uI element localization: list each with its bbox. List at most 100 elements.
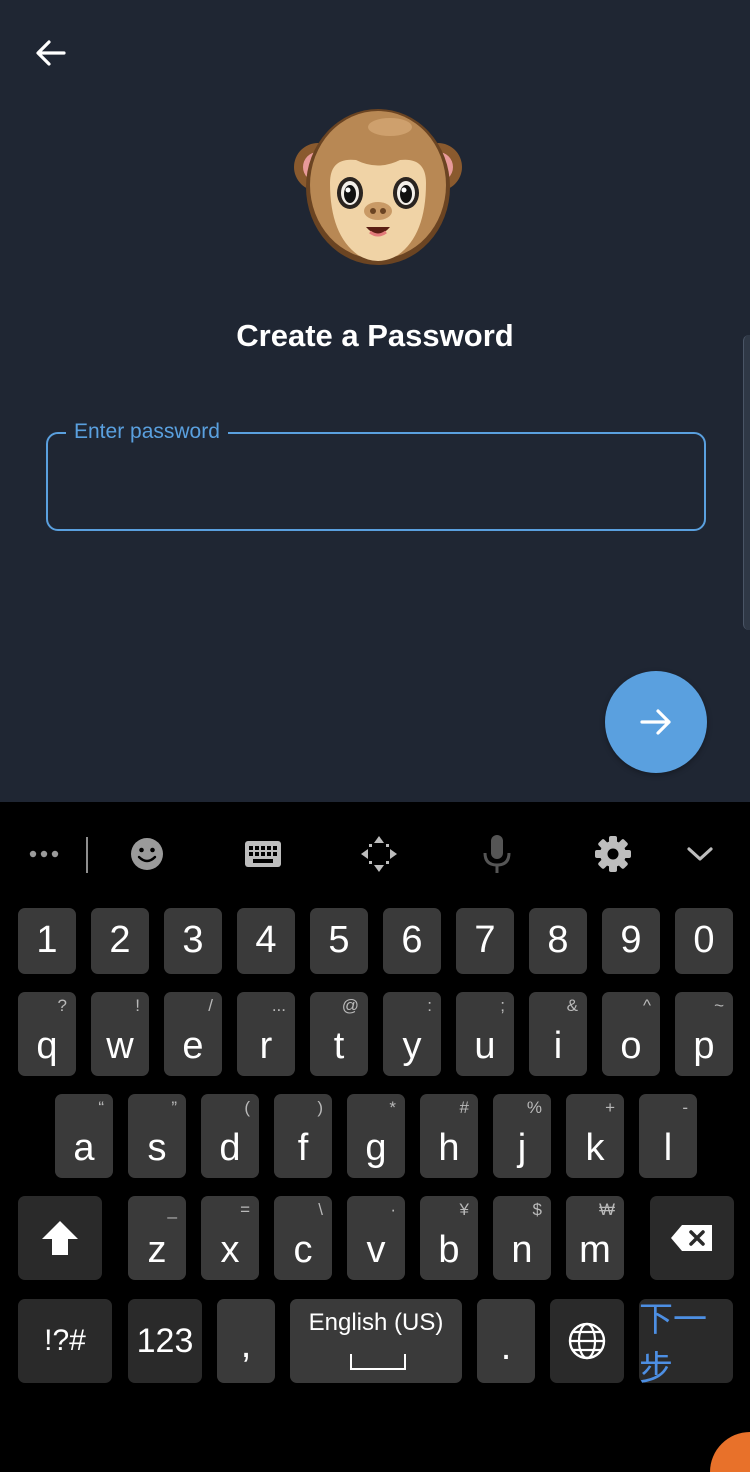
- key-s[interactable]: ” s: [128, 1094, 186, 1178]
- hide-keyboard-button[interactable]: [678, 830, 722, 878]
- key-secondary-label: ·: [390, 1200, 396, 1219]
- key-label: ,: [240, 1324, 252, 1366]
- key-label: z: [147, 1229, 167, 1271]
- key-c[interactable]: \ c: [274, 1196, 332, 1280]
- back-button[interactable]: [28, 30, 74, 76]
- keyboard-toolbar: [0, 802, 750, 902]
- key-label: i: [553, 1025, 563, 1067]
- key-n[interactable]: $ n: [493, 1196, 551, 1280]
- create-password-screen: Create a Password Enter password: [0, 0, 750, 802]
- key-period[interactable]: .: [477, 1299, 535, 1383]
- key-p[interactable]: ~ p: [675, 992, 733, 1076]
- language-key[interactable]: [550, 1299, 624, 1383]
- key-z[interactable]: _ z: [128, 1196, 186, 1280]
- key-label: k: [585, 1127, 605, 1169]
- next-key[interactable]: 下一步: [639, 1299, 733, 1388]
- backspace-key[interactable]: [650, 1196, 734, 1280]
- key-label: y: [402, 1025, 422, 1067]
- space-key[interactable]: English (US): [290, 1299, 462, 1383]
- move-keyboard-button[interactable]: [356, 830, 402, 878]
- key-2[interactable]: 2: [91, 908, 149, 974]
- key-j[interactable]: % j: [493, 1094, 551, 1178]
- key-y[interactable]: :y: [383, 992, 441, 1076]
- key-label: c: [293, 1229, 313, 1271]
- voice-input-button[interactable]: [474, 830, 520, 878]
- key-secondary-label: %: [526, 1098, 542, 1117]
- symbols-key[interactable]: !?#: [18, 1299, 112, 1383]
- key-secondary-label: (: [244, 1098, 250, 1117]
- key-1[interactable]: 1: [18, 908, 76, 974]
- key-k[interactable]: + k: [566, 1094, 624, 1178]
- key-r[interactable]: ... r: [237, 992, 295, 1076]
- key-label: d: [219, 1127, 241, 1169]
- soft-keyboard: 1 2 3 4 5 6 7 8 9 0 ? q ! w / e ... r @ t :y …: [0, 802, 750, 1472]
- next-key-label: 下一步: [639, 1301, 707, 1388]
- key-a[interactable]: “a: [55, 1094, 113, 1178]
- key-comma[interactable]: ,: [217, 1299, 275, 1383]
- key-u[interactable]: ; u: [456, 992, 514, 1076]
- key-label: o: [620, 1025, 642, 1067]
- key-label: s: [147, 1127, 167, 1169]
- key-label: p: [693, 1025, 715, 1067]
- next-button[interactable]: [605, 671, 707, 773]
- key-g[interactable]: * g: [347, 1094, 405, 1178]
- key-secondary-label: :: [427, 996, 432, 1015]
- monkey-face-icon: [294, 109, 462, 265]
- key-0[interactable]: 0: [675, 908, 733, 974]
- key-label: r: [259, 1025, 273, 1067]
- key-o[interactable]: ^ o: [602, 992, 660, 1076]
- key-label: 5: [328, 919, 350, 961]
- key-d[interactable]: (d: [201, 1094, 259, 1178]
- scroll-edge-indicator: [743, 335, 750, 630]
- toolbar-divider: [86, 837, 88, 873]
- key-6[interactable]: 6: [383, 908, 441, 974]
- key-secondary-label: ^: [643, 996, 651, 1015]
- key-label: a: [73, 1127, 95, 1169]
- key-f[interactable]: ) f: [274, 1094, 332, 1178]
- key-q[interactable]: ? q: [18, 992, 76, 1076]
- numbers-key[interactable]: 123: [128, 1299, 202, 1383]
- key-label: 9: [620, 919, 642, 961]
- backspace-icon: [671, 1225, 712, 1251]
- keyboard-settings-button[interactable]: [590, 830, 636, 878]
- password-input[interactable]: [72, 464, 676, 506]
- key-secondary-label: /: [208, 996, 213, 1015]
- key-l[interactable]: -l: [639, 1094, 697, 1178]
- arrow-right-icon: [640, 709, 671, 735]
- emoji-button[interactable]: [125, 830, 169, 878]
- key-8[interactable]: 8: [529, 908, 587, 974]
- key-secondary-label: ₩: [598, 1200, 615, 1219]
- password-field[interactable]: Enter password: [46, 420, 706, 531]
- key-label: 7: [474, 919, 496, 961]
- key-x[interactable]: = x: [201, 1196, 259, 1280]
- key-secondary-label: \: [318, 1200, 323, 1219]
- key-7[interactable]: 7: [456, 908, 514, 974]
- key-secondary-label: *: [389, 1098, 396, 1117]
- key-label: m: [579, 1229, 611, 1271]
- key-v[interactable]: · v: [347, 1196, 405, 1280]
- key-label: 1: [36, 919, 58, 961]
- key-label: w: [106, 1025, 134, 1067]
- arrow-left-icon: [36, 40, 66, 66]
- key-label: q: [36, 1025, 58, 1067]
- key-label: l: [663, 1127, 673, 1169]
- key-m[interactable]: ₩ m: [566, 1196, 624, 1280]
- key-i[interactable]: & i: [529, 992, 587, 1076]
- key-h[interactable]: # h: [420, 1094, 478, 1178]
- key-e[interactable]: / e: [164, 992, 222, 1076]
- key-b[interactable]: ¥ b: [420, 1196, 478, 1280]
- key-4[interactable]: 4: [237, 908, 295, 974]
- key-t[interactable]: @ t: [310, 992, 368, 1076]
- key-5[interactable]: 5: [310, 908, 368, 974]
- shift-key[interactable]: [18, 1196, 102, 1280]
- key-label: j: [517, 1127, 527, 1169]
- key-secondary-label: “: [98, 1098, 104, 1117]
- more-options-button[interactable]: [24, 830, 64, 878]
- key-w[interactable]: ! w: [91, 992, 149, 1076]
- key-label: 0: [693, 919, 715, 961]
- key-secondary-label: !: [135, 996, 140, 1015]
- key-label: 2: [109, 919, 131, 961]
- keyboard-layout-button[interactable]: [240, 830, 286, 878]
- key-9[interactable]: 9: [602, 908, 660, 974]
- key-3[interactable]: 3: [164, 908, 222, 974]
